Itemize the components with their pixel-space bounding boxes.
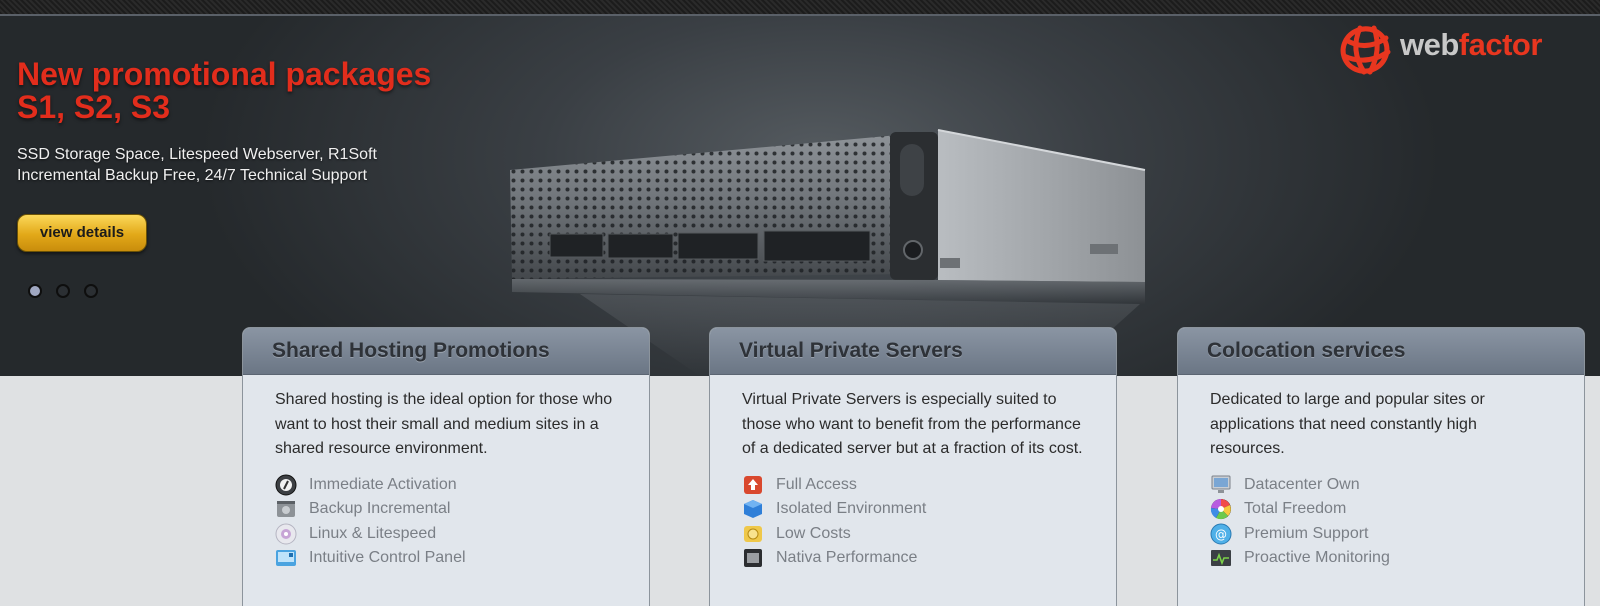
svg-text:@: @ [1215, 527, 1227, 541]
feature-label: Low Costs [776, 524, 851, 542]
coins-icon [742, 524, 764, 544]
card-title[interactable]: Colocation services [1207, 328, 1584, 374]
card-title[interactable]: Shared Hosting Promotions [272, 328, 649, 374]
card-body: Dedicated to large and popular sites or … [1178, 375, 1584, 571]
feature-label: Datacenter Own [1244, 475, 1360, 493]
feature-label: Immediate Activation [309, 475, 457, 493]
hero-slider: webfactor New promotional packages S1, S… [0, 16, 1600, 376]
card-description: Virtual Private Servers is especially su… [742, 391, 1083, 457]
feature-label: Linux & Litespeed [309, 524, 437, 542]
feature-label: Intuitive Control Panel [309, 549, 466, 567]
at-sign-icon: @ [1210, 523, 1232, 545]
slider-dot-2[interactable] [56, 284, 70, 298]
feature-item: Linux & Litespeed [275, 522, 619, 547]
card-header: Colocation services [1178, 328, 1584, 375]
card-body: Virtual Private Servers is especially su… [710, 375, 1116, 571]
promo-title: New promotional packages S1, S2, S3 [17, 56, 432, 125]
webfactor-logo[interactable]: webfactor [1336, 22, 1586, 78]
feature-item: Backup Incremental [275, 497, 619, 522]
color-wheel-icon [1210, 499, 1232, 520]
activity-monitor-icon [1210, 548, 1232, 568]
upload-icon [742, 475, 764, 495]
monitor-icon [1210, 475, 1232, 495]
view-details-button[interactable]: view details [17, 214, 147, 252]
logo-text-factor: factor [1458, 27, 1543, 62]
feature-label: Total Freedom [1244, 500, 1347, 518]
chip-icon [742, 548, 764, 568]
globe-icon [1340, 25, 1391, 75]
feature-item: Isolated Environment [742, 497, 1086, 522]
hard-drive-icon [275, 499, 297, 519]
feature-label: Nativa Performance [776, 549, 918, 567]
top-strip [0, 0, 1600, 16]
feature-item: Low Costs [742, 522, 1086, 547]
promo-description: SSD Storage Space, Litespeed Webserver, … [17, 146, 377, 184]
feature-label: Backup Incremental [309, 500, 451, 518]
speedometer-icon [275, 474, 297, 496]
slider-pagination [28, 284, 98, 298]
slider-dot-3[interactable] [84, 284, 98, 298]
feature-list: Full Access Isolated Environment Low Costs… [742, 473, 1086, 571]
feature-item: Immediate Activation [275, 473, 619, 498]
feature-label: Full Access [776, 475, 857, 493]
slider-dot-1[interactable] [28, 284, 42, 298]
feature-label: Premium Support [1244, 524, 1369, 542]
feature-item: Total Freedom [1210, 497, 1554, 522]
card-virtual-private-servers: Virtual Private Servers Virtual Private … [709, 327, 1117, 606]
feature-list: Datacenter Own Total Freedom @ Premium Supp… [1210, 473, 1554, 571]
feature-item: Datacenter Own [1210, 473, 1554, 498]
card-description: Dedicated to large and popular sites or … [1210, 391, 1485, 457]
card-body: Shared hosting is the ideal option for t… [243, 375, 649, 571]
feature-label: Isolated Environment [776, 500, 927, 518]
cube-icon [742, 499, 764, 519]
disc-icon [275, 523, 297, 545]
card-description: Shared hosting is the ideal option for t… [275, 391, 613, 457]
feature-list: Immediate Activation Backup Incremental Li… [275, 473, 619, 571]
feature-item: Nativa Performance [742, 546, 1086, 571]
control-panel-icon [275, 548, 297, 568]
card-title[interactable]: Virtual Private Servers [739, 328, 1116, 374]
feature-label: Proactive Monitoring [1244, 549, 1390, 567]
card-header: Shared Hosting Promotions [243, 328, 649, 375]
feature-item: Intuitive Control Panel [275, 546, 619, 571]
feature-item: Proactive Monitoring [1210, 546, 1554, 571]
logo-text-web: web [1400, 27, 1459, 62]
card-header: Virtual Private Servers [710, 328, 1116, 375]
feature-item: Full Access [742, 473, 1086, 498]
feature-item: @ Premium Support [1210, 522, 1554, 547]
card-shared-hosting: Shared Hosting Promotions Shared hosting… [242, 327, 650, 606]
card-colocation-services: Colocation services Dedicated to large a… [1177, 327, 1585, 606]
logo-wordmark: webfactor [1400, 27, 1542, 63]
